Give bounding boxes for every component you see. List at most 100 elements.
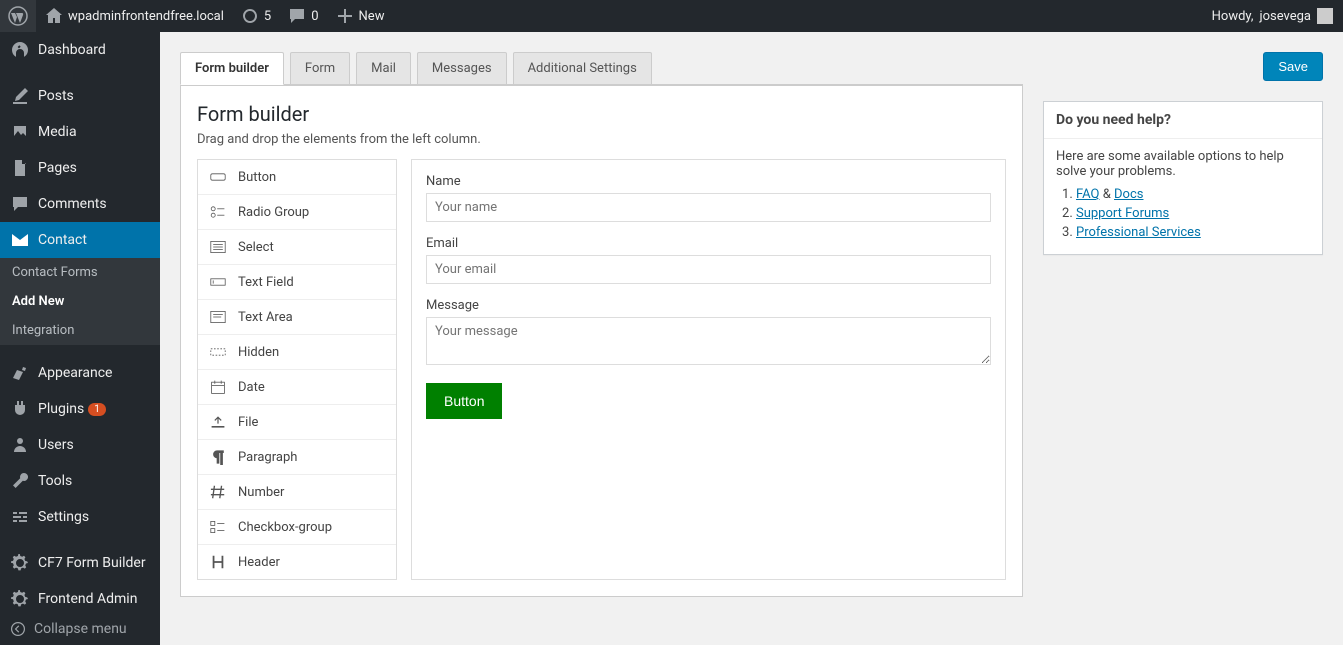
collapse-menu[interactable]: Collapse menu: [0, 613, 160, 645]
wordpress-icon: [8, 6, 28, 26]
form-submit-button[interactable]: Button: [426, 383, 502, 419]
sidebar-item-comments[interactable]: Comments: [0, 186, 160, 222]
plugins-icon: [10, 399, 30, 419]
new-link[interactable]: New: [327, 0, 393, 32]
textfield-icon: [208, 274, 228, 290]
sidebar-item-label: Users: [38, 437, 74, 453]
tab-messages[interactable]: Messages: [417, 52, 507, 85]
link-docs[interactable]: Docs: [1114, 187, 1143, 202]
sidebar-item-pages[interactable]: Pages: [0, 150, 160, 186]
element-file[interactable]: File: [198, 405, 396, 440]
appearance-icon: [10, 363, 30, 383]
element-select[interactable]: Select: [198, 230, 396, 265]
sidebar-item-dashboard[interactable]: Dashboard: [0, 32, 160, 68]
element-button[interactable]: Button: [198, 160, 396, 195]
comment-icon: [287, 6, 307, 26]
collapse-icon: [10, 621, 26, 637]
email-input[interactable]: [426, 255, 991, 284]
sidebar-item-cf7-builder[interactable]: CF7 Form Builder: [0, 545, 160, 581]
select-icon: [208, 239, 228, 255]
submenu-integration[interactable]: Integration: [0, 316, 160, 345]
link-professional[interactable]: Professional Services: [1076, 225, 1201, 240]
email-label: Email: [426, 236, 991, 251]
updates-count: 5: [264, 9, 271, 24]
save-button[interactable]: Save: [1263, 52, 1323, 81]
sidebar-item-label: Frontend Admin: [38, 591, 137, 607]
name-label: Name: [426, 174, 991, 189]
comments-icon: [10, 194, 30, 214]
submenu-contact-forms[interactable]: Contact Forms: [0, 258, 160, 287]
element-hidden[interactable]: Hidden: [198, 335, 396, 370]
element-checkbox-group[interactable]: Checkbox-group: [198, 510, 396, 545]
contact-submenu: Contact Forms Add New Integration: [0, 258, 160, 345]
tab-form-builder[interactable]: Form builder: [180, 52, 284, 85]
sidebar-item-appearance[interactable]: Appearance: [0, 355, 160, 391]
hidden-icon: [208, 344, 228, 360]
sidebar-item-contact[interactable]: Contact: [0, 222, 160, 258]
tab-mail[interactable]: Mail: [356, 52, 411, 85]
element-radio-group[interactable]: Radio Group: [198, 195, 396, 230]
sidebar-item-label: Contact: [38, 232, 87, 248]
contact-icon: [10, 230, 30, 250]
comments-count: 0: [311, 9, 318, 24]
media-icon: [10, 122, 30, 142]
pages-icon: [10, 158, 30, 178]
dashboard-icon: [10, 40, 30, 60]
number-icon: [208, 484, 228, 500]
tab-additional-settings[interactable]: Additional Settings: [513, 52, 652, 85]
collapse-label: Collapse menu: [34, 621, 127, 637]
site-link[interactable]: wpadminfrontendfree.local: [36, 0, 232, 32]
update-icon: [240, 6, 260, 26]
comments-link[interactable]: 0: [279, 0, 326, 32]
link-support[interactable]: Support Forums: [1076, 206, 1169, 221]
sidebar-item-label: Tools: [38, 473, 72, 489]
help-title: Do you need help?: [1044, 102, 1322, 139]
sidebar-item-media[interactable]: Media: [0, 114, 160, 150]
form-canvas[interactable]: Name Email Message Button: [411, 159, 1006, 580]
tab-form[interactable]: Form: [290, 52, 350, 85]
message-input[interactable]: [426, 317, 991, 365]
account-link[interactable]: Howdy, josevega: [1212, 8, 1333, 24]
element-text-area[interactable]: Text Area: [198, 300, 396, 335]
plugins-badge: 1: [88, 403, 106, 416]
link-faq[interactable]: FAQ: [1076, 187, 1099, 202]
sidebar-item-settings[interactable]: Settings: [0, 499, 160, 535]
sidebar-item-label: Settings: [38, 509, 89, 525]
element-text-field[interactable]: Text Field: [198, 265, 396, 300]
sidebar-item-label: Pages: [38, 160, 77, 176]
avatar: [1317, 8, 1333, 24]
checkbox-icon: [208, 519, 228, 535]
home-icon: [44, 6, 64, 26]
panel-description: Drag and drop the elements from the left…: [197, 132, 1006, 147]
sidebar-item-label: Media: [38, 124, 77, 140]
sidebar-item-label: Appearance: [38, 365, 112, 381]
help-box: Do you need help? Here are some availabl…: [1043, 101, 1323, 255]
element-paragraph[interactable]: Paragraph: [198, 440, 396, 475]
wp-logo[interactable]: [0, 0, 36, 32]
submenu-add-new[interactable]: Add New: [0, 287, 160, 316]
posts-icon: [10, 86, 30, 106]
element-date[interactable]: Date: [198, 370, 396, 405]
element-header[interactable]: Header: [198, 545, 396, 579]
panel-title: Form builder: [197, 102, 1006, 126]
sidebar-item-tools[interactable]: Tools: [0, 463, 160, 499]
gear-icon: [10, 553, 30, 573]
sidebar-item-label: CF7 Form Builder: [38, 555, 146, 571]
sidebar-item-plugins[interactable]: Plugins 1: [0, 391, 160, 427]
file-icon: [208, 414, 228, 430]
users-icon: [10, 435, 30, 455]
plus-icon: [335, 6, 355, 26]
textarea-icon: [208, 309, 228, 325]
sidebar-item-label: Plugins: [38, 401, 84, 417]
tools-icon: [10, 471, 30, 491]
element-number[interactable]: Number: [198, 475, 396, 510]
sidebar-item-users[interactable]: Users: [0, 427, 160, 463]
sidebar-item-label: Comments: [38, 196, 107, 212]
updates-link[interactable]: 5: [232, 0, 279, 32]
settings-icon: [10, 507, 30, 527]
name-input[interactable]: [426, 193, 991, 222]
sidebar-item-posts[interactable]: Posts: [0, 78, 160, 114]
gear-icon: [10, 589, 30, 609]
sidebar-item-frontend-admin[interactable]: Frontend Admin: [0, 581, 160, 617]
date-icon: [208, 379, 228, 395]
